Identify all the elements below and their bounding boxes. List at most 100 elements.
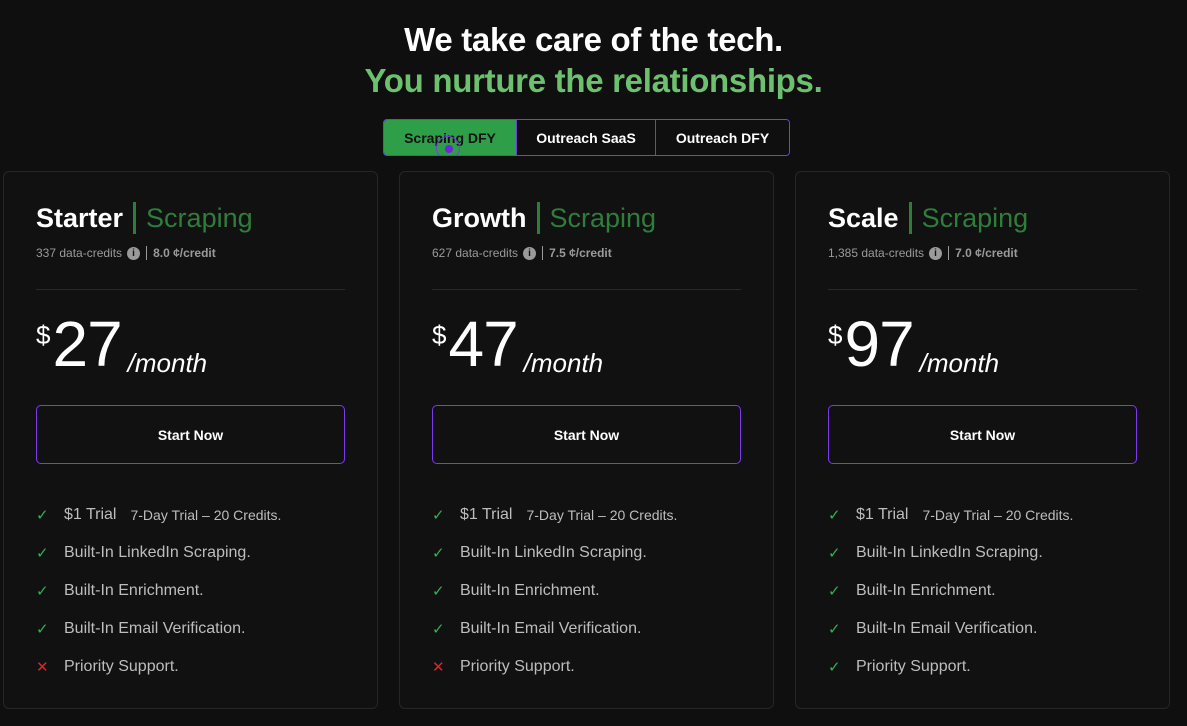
info-icon[interactable]: i — [127, 246, 141, 260]
hero-title: We take care of the tech. — [404, 21, 783, 58]
start-now-button[interactable]: Start Now — [36, 405, 345, 464]
check-icon: ✓ — [36, 621, 49, 638]
product-tabs: Scraping DFY Outreach SaaS Outreach DFY — [383, 119, 790, 156]
feature-text: Priority Support. — [64, 658, 179, 675]
tab-label: Outreach SaaS — [536, 129, 636, 146]
feature-text: Built-In LinkedIn Scraping. — [856, 544, 1043, 561]
price-period: /month — [919, 348, 1000, 378]
feature-item: ✓ Priority Support. — [828, 648, 1073, 686]
tab-label: Outreach DFY — [675, 129, 770, 146]
plan-type: Scraping — [146, 202, 253, 233]
plan-credits: 627 data-credits i 7.5 ¢/credit — [432, 246, 612, 260]
plan-title-divider — [536, 202, 540, 234]
credit-rate: 7.0 ¢/credit — [955, 246, 1018, 260]
credits-count: 337 data-credits — [36, 246, 123, 260]
feature-list: ✓ $1 Trial 7-Day Trial – 20 Credits. ✓ Buil… — [36, 496, 281, 686]
feature-item: ✓ $1 Trial 7-Day Trial – 20 Credits. — [36, 496, 281, 534]
cursor-indicator — [436, 136, 460, 155]
plan-price: $ 27 /month — [36, 312, 207, 379]
check-icon: ✓ — [828, 659, 841, 676]
feature-item: ✕ Priority Support. — [432, 648, 677, 686]
check-icon: ✓ — [36, 507, 49, 524]
info-icon[interactable]: i — [523, 246, 537, 260]
plan-credits: 337 data-credits i 8.0 ¢/credit — [36, 246, 216, 260]
info-icon[interactable]: i — [929, 246, 943, 260]
feature-text: Built-In Enrichment. — [460, 582, 600, 599]
price-currency: $ — [828, 320, 843, 350]
feature-item: ✓ Built-In Email Verification. — [828, 610, 1073, 648]
plan-card-scale: Scale Scraping 1,385 data-credits i 7.0 … — [795, 171, 1170, 709]
feature-item: ✓ $1 Trial 7-Day Trial – 20 Credits. — [432, 496, 677, 534]
feature-item: ✓ Built-In LinkedIn Scraping. — [432, 534, 677, 572]
hero: We take care of the tech. You nurture th… — [0, 20, 1187, 102]
plan-title-divider — [908, 202, 912, 234]
check-icon: ✓ — [432, 621, 445, 638]
start-now-button[interactable]: Start Now — [432, 405, 741, 464]
feature-text: Built-In Enrichment. — [856, 582, 996, 599]
plan-price: $ 47 /month — [432, 312, 603, 379]
feature-item: ✓ Built-In Email Verification. — [36, 610, 281, 648]
plan-name: Scale — [828, 202, 899, 233]
feature-text: $1 Trial — [64, 506, 117, 523]
feature-item: ✓ Built-In LinkedIn Scraping. — [36, 534, 281, 572]
feature-item: ✓ Built-In Enrichment. — [828, 572, 1073, 610]
check-icon: ✓ — [828, 621, 841, 638]
feature-item: ✓ Built-In Enrichment. — [432, 572, 677, 610]
feature-note: 7-Day Trial – 20 Credits. — [922, 507, 1074, 523]
plan-title: Growth Scraping — [432, 202, 656, 234]
plan-title: Scale Scraping — [828, 202, 1028, 234]
start-now-button[interactable]: Start Now — [828, 405, 1137, 464]
feature-text: Built-In Enrichment. — [64, 582, 204, 599]
plan-type: Scraping — [549, 202, 657, 233]
check-icon: ✓ — [432, 583, 445, 600]
card-divider — [432, 289, 741, 290]
price-amount: 27 — [52, 308, 122, 380]
feature-note: 7-Day Trial – 20 Credits. — [526, 507, 678, 523]
feature-list: ✓ $1 Trial 7-Day Trial – 20 Credits. ✓ Buil… — [432, 496, 677, 686]
credits-divider — [146, 246, 148, 260]
credits-divider — [948, 246, 950, 260]
plan-card-starter: Starter Scraping 337 data-credits i 8.0 … — [3, 171, 378, 709]
check-icon: ✓ — [828, 545, 841, 562]
hero-subtitle: You nurture the relationships. — [364, 62, 823, 99]
pricing-page: We take care of the tech. You nurture th… — [0, 0, 1187, 726]
plan-name: Starter — [36, 202, 124, 233]
feature-text: $1 Trial — [856, 506, 909, 523]
feature-text: Built-In Email Verification. — [460, 620, 642, 637]
price-currency: $ — [36, 320, 51, 350]
check-icon: ✓ — [36, 583, 49, 600]
plan-type: Scraping — [921, 202, 1029, 233]
price-period: /month — [127, 348, 208, 378]
credits-count: 627 data-credits — [432, 246, 519, 260]
check-icon: ✓ — [36, 545, 49, 562]
feature-text: Built-In Email Verification. — [856, 620, 1038, 637]
plan-name: Growth — [432, 202, 527, 233]
feature-list: ✓ $1 Trial 7-Day Trial – 20 Credits. ✓ Buil… — [828, 496, 1073, 686]
plan-price: $ 97 /month — [828, 312, 999, 379]
feature-text: $1 Trial — [460, 506, 513, 523]
cursor-dot — [445, 145, 453, 153]
check-icon: ✓ — [432, 545, 445, 562]
credit-rate: 8.0 ¢/credit — [153, 246, 216, 260]
feature-note: 7-Day Trial – 20 Credits. — [130, 507, 282, 523]
feature-text: Priority Support. — [856, 658, 971, 675]
tab-outreach-saas[interactable]: Outreach SaaS — [517, 120, 656, 155]
credits-count: 1,385 data-credits — [828, 246, 925, 260]
plan-title-divider — [133, 202, 137, 234]
check-icon: ✓ — [432, 507, 445, 524]
tab-scraping-dfy[interactable]: Scraping DFY — [384, 120, 517, 155]
plan-card-growth: Growth Scraping 627 data-credits i 7.5 ¢… — [399, 171, 774, 709]
card-divider — [36, 289, 345, 290]
plan-credits: 1,385 data-credits i 7.0 ¢/credit — [828, 246, 1018, 260]
tab-outreach-dfy[interactable]: Outreach DFY — [656, 120, 789, 155]
check-icon: ✓ — [828, 583, 841, 600]
price-amount: 47 — [448, 308, 518, 380]
credits-divider — [542, 246, 544, 260]
feature-item: ✓ $1 Trial 7-Day Trial – 20 Credits. — [828, 496, 1073, 534]
price-currency: $ — [432, 320, 447, 350]
cross-icon: ✕ — [36, 659, 49, 676]
plan-title: Starter Scraping — [36, 202, 253, 234]
price-amount: 97 — [844, 308, 914, 380]
credit-rate: 7.5 ¢/credit — [549, 246, 612, 260]
feature-text: Built-In LinkedIn Scraping. — [460, 544, 647, 561]
